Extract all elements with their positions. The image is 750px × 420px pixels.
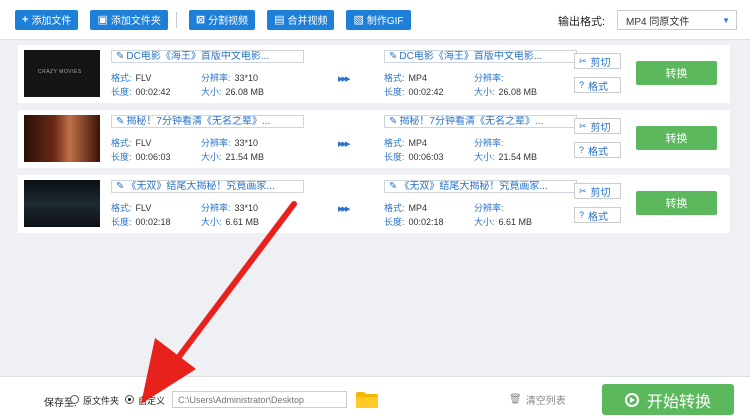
- source-title-field[interactable]: ✎ 揭秘！7分钟看清《无名之辈》...: [111, 115, 304, 128]
- make-gif-label: 制作GIF: [366, 16, 404, 27]
- output-title-field[interactable]: ✎ 揭秘！7分钟看清《无名之辈》...: [384, 115, 577, 128]
- edit-icon: ✎: [389, 181, 398, 192]
- source-title: 揭秘！7分钟看清《无名之辈》...: [126, 116, 271, 127]
- question-icon: ?: [579, 80, 585, 90]
- edit-icon: ✎: [116, 116, 125, 127]
- question-icon: ?: [579, 210, 585, 220]
- toolbar-divider: [175, 11, 177, 28]
- source-title: DC电影《海王》首版中文电影...: [126, 51, 270, 62]
- source-resolution: 分辨率: 33*10: [201, 138, 259, 148]
- output-duration: 长度: 00:02:18: [384, 217, 444, 227]
- output-duration: 长度: 00:06:03: [384, 152, 444, 162]
- add-file-button[interactable]: + 添加文件: [15, 9, 79, 30]
- trash-icon: 🗑: [509, 394, 522, 405]
- toolbar: + 添加文件 ▣ 添加文件夹 ⊠ 分割视频 ▤ 合并视频 ▧ 制作GIF 输出格…: [0, 0, 750, 40]
- cut-button[interactable]: ✂ 剪切: [574, 118, 621, 134]
- edit-icon: ✎: [389, 116, 398, 127]
- file-row: ✎ 揭秘！7分钟看清《无名之辈》... 格式: FLV 分辨率: 33*10 长度: 0…: [18, 110, 730, 168]
- custom-label: 自定义: [138, 396, 166, 406]
- format-button[interactable]: ? 格式: [574, 77, 621, 93]
- cut-button[interactable]: ✂ 剪切: [574, 53, 621, 69]
- format-button[interactable]: ? 格式: [574, 142, 621, 158]
- video-thumbnail: [24, 115, 100, 162]
- merge-icon: ▤: [274, 14, 285, 26]
- scissors-icon: ✂: [579, 185, 587, 196]
- output-title-field[interactable]: ✎ 《无双》结尾大揭秘！究竟画家...: [384, 180, 577, 193]
- source-format: 格式: FLV: [111, 203, 152, 213]
- add-folder-label: 添加文件夹: [110, 16, 161, 27]
- split-video-label: 分割视频: [208, 16, 249, 27]
- gif-icon: ▧: [353, 14, 364, 26]
- file-list: ✎DC电影《海王》首版中文电影... 格式:FLV 分辨率:33*10 长度:0…: [18, 45, 730, 240]
- convert-arrow-icon: ▸▸▸: [338, 138, 351, 150]
- clear-list-button[interactable]: 🗑 清空列表: [509, 392, 566, 407]
- scissors-icon: ✂: [579, 120, 587, 131]
- output-format-select[interactable]: MP4 同原文件 ▼: [617, 10, 737, 30]
- convert-button[interactable]: 转换: [636, 61, 717, 85]
- output-size: 大小: 6.61 MB: [474, 217, 533, 227]
- folder-icon[interactable]: [356, 392, 378, 408]
- convert-button[interactable]: 转换: [636, 126, 717, 150]
- output-duration: 长度: 00:02:42: [384, 87, 444, 97]
- file-row: ✎ 《无双》结尾大揭秘！究竟画家... 格式: FLV 分辨率: 33*10 长度: 0…: [18, 175, 730, 233]
- edit-icon: ✎: [389, 51, 398, 62]
- convert-arrow-icon: ▸▸▸: [338, 203, 351, 215]
- source-resolution: 分辨率: 33*10: [201, 203, 259, 213]
- source-duration: 长度: 00:06:03: [111, 152, 171, 162]
- convert-button[interactable]: 转换: [636, 191, 717, 215]
- split-icon: ⊠: [195, 14, 206, 26]
- output-title: 揭秘！7分钟看清《无名之辈》...: [399, 116, 544, 127]
- output-resolution: 分辨率:: [474, 138, 504, 148]
- output-format: 格式: MP4: [384, 203, 428, 213]
- merge-video-label: 合并视频: [287, 16, 328, 27]
- add-folder-button[interactable]: ▣ 添加文件夹: [90, 9, 168, 30]
- source-size: 大小: 6.61 MB: [201, 217, 260, 227]
- start-convert-button[interactable]: 开始转换: [602, 384, 734, 415]
- bottom-bar: 保存至: 原文件夹 自定义 🗑 清空列表 开始转换: [0, 376, 750, 420]
- make-gif-button[interactable]: ▧ 制作GIF: [346, 9, 411, 30]
- source-size: 大小: 21.54 MB: [201, 152, 265, 162]
- source-format: 格式: FLV: [111, 138, 152, 148]
- folder-add-icon: ▣: [97, 14, 108, 26]
- output-format-value: MP4 同原文件: [626, 16, 690, 28]
- source-title-field[interactable]: ✎ 《无双》结尾大揭秘！究竟画家...: [111, 180, 304, 193]
- source-duration: 长度: 00:02:18: [111, 217, 171, 227]
- source-folder-label: 原文件夹: [83, 396, 120, 406]
- output-title: DC电影《海王》首版中文电影...: [399, 51, 543, 62]
- source-title: 《无双》结尾大揭秘！究竟画家...: [126, 181, 275, 192]
- edit-icon: ✎: [116, 51, 125, 62]
- output-format: 格式: MP4: [384, 73, 428, 83]
- file-row: ✎DC电影《海王》首版中文电影... 格式:FLV 分辨率:33*10 长度:0…: [18, 45, 730, 103]
- output-path-input[interactable]: [172, 391, 347, 408]
- question-icon: ?: [579, 145, 585, 155]
- output-title-field[interactable]: ✎ DC电影《海王》首版中文电影...: [384, 50, 577, 63]
- radio-source-folder[interactable]: [70, 395, 79, 404]
- output-format: 格式: MP4: [384, 138, 428, 148]
- source-resolution: 分辨率: 33*10: [201, 73, 259, 83]
- source-duration: 长度: 00:02:42: [111, 87, 171, 97]
- chevron-down-icon: ▼: [722, 16, 730, 25]
- output-title: 《无双》结尾大揭秘！究竟画家...: [399, 181, 548, 192]
- radio-custom[interactable]: [125, 395, 134, 404]
- output-size: 大小: 26.08 MB: [474, 87, 538, 97]
- merge-video-button[interactable]: ▤ 合并视频: [267, 9, 335, 30]
- source-title-field[interactable]: ✎ DC电影《海王》首版中文电影...: [111, 50, 304, 63]
- scissors-icon: ✂: [579, 55, 587, 66]
- convert-arrow-icon: ▸▸▸: [338, 73, 351, 85]
- plus-icon: +: [22, 13, 29, 26]
- split-video-button[interactable]: ⊠ 分割视频: [188, 9, 256, 30]
- output-resolution: 分辨率:: [474, 73, 504, 83]
- cut-button[interactable]: ✂ 剪切: [574, 183, 621, 199]
- output-size: 大小: 21.54 MB: [474, 152, 538, 162]
- video-thumbnail: [24, 180, 100, 227]
- format-button[interactable]: ? 格式: [574, 207, 621, 223]
- source-format: 格式: FLV: [111, 73, 152, 83]
- play-icon: [624, 392, 639, 407]
- output-resolution: 分辨率:: [474, 203, 504, 213]
- video-thumbnail: [24, 50, 100, 97]
- output-format-label: 输出格式:: [558, 16, 606, 28]
- edit-icon: ✎: [116, 181, 125, 192]
- source-size: 大小: 26.08 MB: [201, 87, 265, 97]
- add-file-label: 添加文件: [31, 16, 72, 27]
